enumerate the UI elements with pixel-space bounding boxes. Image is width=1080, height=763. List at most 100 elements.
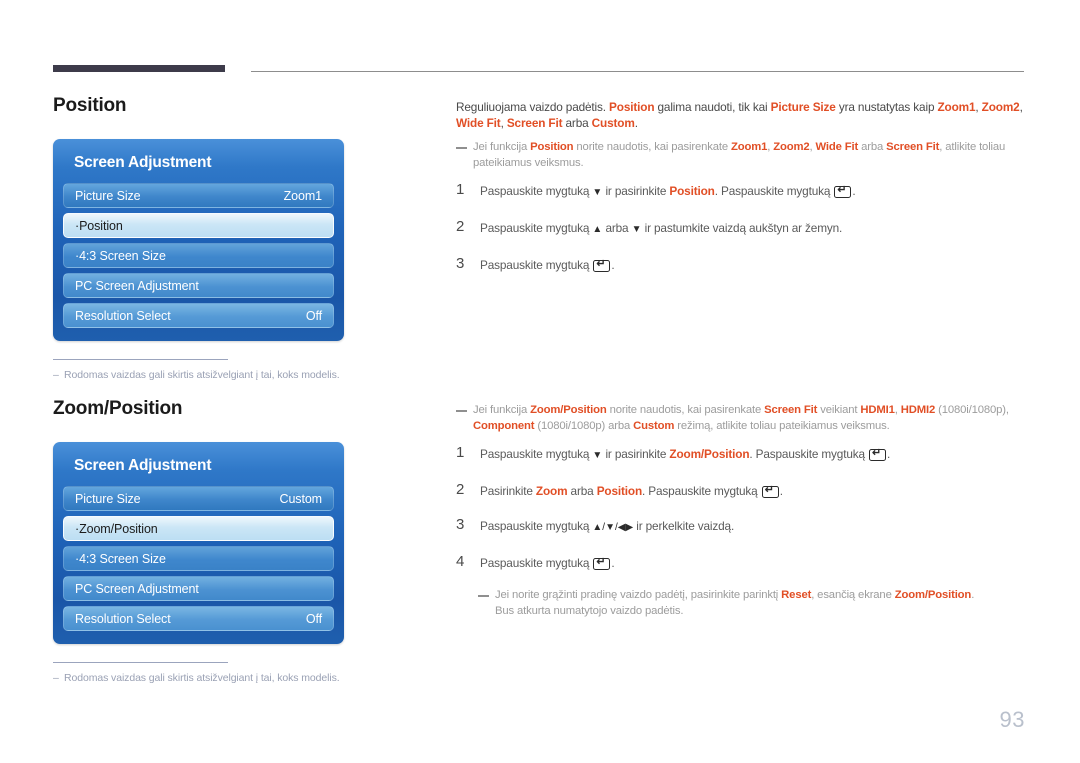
osd-row-pc-screen-adjustment[interactable]: PC Screen Adjustment — [63, 576, 334, 601]
term-zoom1: Zoom1 — [730, 141, 768, 153]
arrow-up-icon: ▲ — [592, 224, 603, 235]
position-description: Reguliuojama vaizdo padėtis. Position ga… — [456, 100, 1023, 130]
term-zoom-position: Zoom/Position — [530, 404, 607, 416]
enter-key-icon — [834, 184, 852, 198]
step-text: Paspauskite mygtuką ▼ ir pasirinkite Zoo… — [480, 444, 1026, 464]
step-number: 3 — [456, 255, 465, 272]
enter-key-icon — [869, 447, 887, 461]
header-thin-rule — [251, 71, 1024, 72]
osd-row-value: Zoom1 — [283, 188, 323, 203]
osd-row-label: Picture Size — [75, 491, 141, 506]
term-position: Position — [609, 100, 655, 114]
zoom-position-steps: 1 Paspauskite mygtuką ▼ ir pasirinkite Z… — [456, 444, 1026, 571]
page-number: 93 — [999, 707, 1025, 732]
osd-row-position[interactable]: ·Position — [63, 213, 334, 238]
arrow-down-icon: ▼ — [592, 187, 603, 198]
osd-row-value: Off — [305, 308, 322, 323]
step-number: 2 — [456, 481, 465, 498]
arrow-down-icon: ▼ — [631, 224, 642, 235]
step-number: 4 — [456, 553, 465, 570]
enter-key-icon — [593, 556, 611, 570]
footnote-divider — [53, 359, 228, 360]
zoom-position-note: Jei funkcija Zoom/Position norite naudot… — [456, 403, 1026, 434]
arrow-cluster-icon: ▲/▼/◀▶ — [592, 522, 634, 533]
step-item: 1 Paspauskite mygtuką ▼ ir pasirinkite Z… — [456, 444, 1026, 464]
page-header-rules — [53, 64, 1024, 74]
osd-row-label: ·4:3 Screen Size — [75, 248, 166, 263]
footnote-divider — [53, 662, 228, 663]
step-text: Paspauskite mygtuką ▲/▼/◀▶ ir perkelkite… — [480, 519, 735, 533]
term-picture-size: Picture Size — [770, 100, 836, 114]
osd-row-label: ·Zoom/Position — [75, 521, 158, 536]
osd-footnote-position: – Rodomas vaizdas gali skirtis atsižvelgi… — [53, 359, 403, 381]
step-text: Paspauskite mygtuką . — [480, 553, 1026, 571]
position-note: Jei funkcija Position norite naudotis, k… — [456, 140, 1026, 171]
term-screen-fit: Screen Fit — [764, 404, 818, 416]
osd-row-zoom-position[interactable]: ·Zoom/Position — [63, 516, 334, 541]
term-hdmi1: HDMI1 — [860, 404, 895, 416]
osd-row-label: ·Position — [75, 218, 123, 233]
position-steps: 1 Paspauskite mygtuką ▼ ir pasirinkite P… — [456, 181, 1026, 273]
term-zoom-position: Zoom/Position — [894, 589, 972, 601]
section-position-right: Reguliuojama vaizdo padėtis. Position ga… — [456, 99, 1026, 290]
osd-row-label: PC Screen Adjustment — [75, 581, 199, 596]
term-wide-fit: Wide Fit — [456, 116, 501, 130]
enter-key-icon — [593, 258, 611, 272]
osd-row-label: PC Screen Adjustment — [75, 278, 199, 293]
footnote-text: – Rodomas vaizdas gali skirtis atsižvelgi… — [53, 672, 340, 684]
osd-row-picture-size[interactable]: Picture Size Custom — [63, 486, 334, 511]
arrow-down-icon: ▼ — [592, 450, 603, 461]
osd-row-4-3-screen-size[interactable]: ·4:3 Screen Size — [63, 243, 334, 268]
step-item: 2 Paspauskite mygtuką ▲ arba ▼ ir pastum… — [456, 218, 1026, 238]
step-text: Paspauskite mygtuką ▼ ir pasirinkite Pos… — [480, 181, 1026, 201]
term-hdmi2: HDMI2 — [900, 404, 936, 416]
step-item: 3 Paspauskite mygtuką ▲/▼/◀▶ ir perkelki… — [456, 516, 1026, 536]
term-reset: Reset — [781, 589, 812, 601]
term-screen-fit: Screen Fit — [886, 141, 940, 153]
osd-row-value: Off — [305, 611, 322, 626]
step-number: 1 — [456, 444, 465, 461]
footnote-text: – Rodomas vaizdas gali skirtis atsižvelgi… — [53, 369, 340, 381]
step-text: Paspauskite mygtuką ▲ arba ▼ ir pastumki… — [480, 221, 843, 235]
osd-row-value: Custom — [279, 491, 323, 506]
osd-row-4-3-screen-size[interactable]: ·4:3 Screen Size — [63, 546, 334, 571]
osd-row-pc-screen-adjustment[interactable]: PC Screen Adjustment — [63, 273, 334, 298]
term-position: Position — [669, 184, 715, 198]
step-text: Paspauskite mygtuką . — [480, 255, 1026, 273]
step-item: 4 Paspauskite mygtuką . — [456, 553, 1026, 571]
step-text: Pasirinkite Zoom arba Position. Paspausk… — [480, 481, 1026, 499]
osd-row-picture-size[interactable]: Picture Size Zoom1 — [63, 183, 334, 208]
section-zoom-position-right: Jei funkcija Zoom/Position norite naudot… — [456, 403, 1026, 625]
term-zoom-position: Zoom/Position — [669, 447, 750, 461]
step-item: 3 Paspauskite mygtuką . — [456, 255, 1026, 273]
osd-row-label: Picture Size — [75, 188, 141, 203]
osd-row-label: Resolution Select — [75, 611, 171, 626]
osd-row-label: ·4:3 Screen Size — [75, 551, 166, 566]
term-zoom1: Zoom1 — [937, 100, 976, 114]
section-zoom-position-left: Zoom/Position Screen Adjustment Picture … — [53, 398, 403, 684]
osd-row-label: Resolution Select — [75, 308, 171, 323]
term-custom: Custom — [633, 419, 675, 432]
osd-footnote-zoom-position: – Rodomas vaizdas gali skirtis atsižvelgi… — [53, 662, 403, 684]
step-item: 1 Paspauskite mygtuką ▼ ir pasirinkite P… — [456, 181, 1026, 201]
step-number: 3 — [456, 516, 465, 533]
term-custom: Custom — [591, 116, 635, 130]
page-title-position: Position — [53, 95, 127, 116]
term-wide-fit: Wide Fit — [815, 141, 859, 153]
step-number: 2 — [456, 218, 465, 235]
section-position-left: Position Screen Adjustment Picture Size … — [53, 95, 403, 381]
footnote-label: Rodomas vaizdas gali skirtis atsižvelgia… — [64, 672, 340, 684]
osd-row-resolution-select[interactable]: Resolution Select Off — [63, 303, 334, 328]
osd-row-resolution-select[interactable]: Resolution Select Off — [63, 606, 334, 631]
term-zoom2: Zoom2 — [773, 141, 810, 153]
term-component: Component — [473, 419, 535, 432]
term-position: Position — [530, 141, 574, 153]
osd-title: Screen Adjustment — [74, 457, 212, 474]
term-position: Position — [596, 484, 643, 498]
osd-panel-zoom-position: Screen Adjustment Picture Size Custom ·Z… — [53, 442, 344, 644]
zoom-position-reset-note: Jei norite grąžinti pradinę vaizdo padėt… — [478, 588, 1026, 619]
enter-key-icon — [761, 484, 779, 498]
step-number: 1 — [456, 181, 465, 198]
osd-title: Screen Adjustment — [74, 154, 212, 171]
term-zoom: Zoom — [535, 484, 568, 498]
